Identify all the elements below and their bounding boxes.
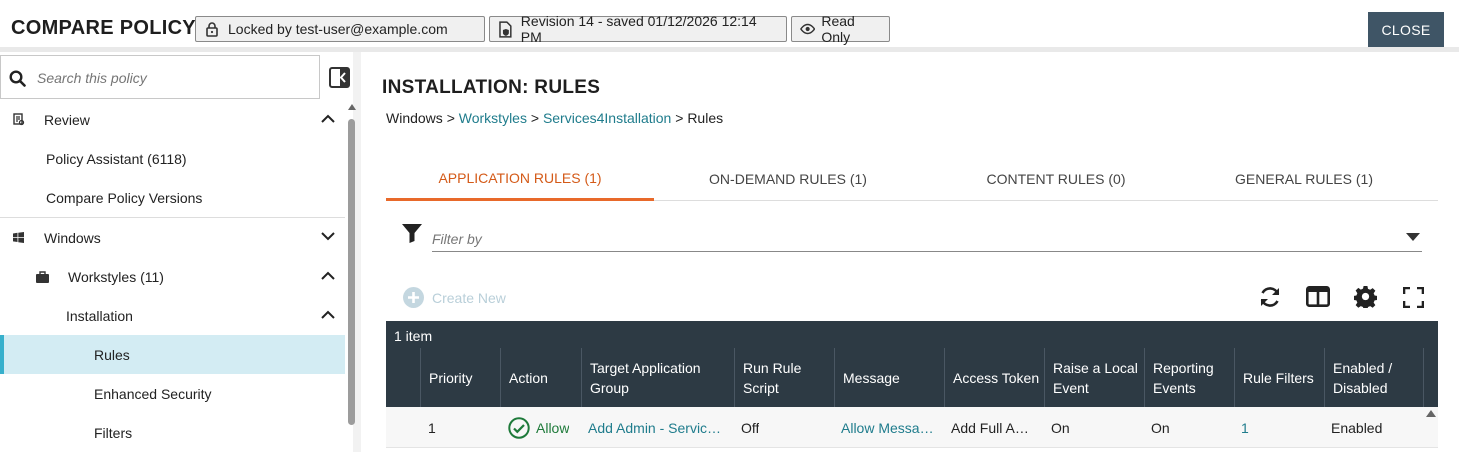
search-input[interactable]: [37, 66, 307, 90]
sidebar-item-label: Installation: [66, 307, 133, 324]
search-icon: [9, 70, 26, 87]
lock-icon: [206, 22, 218, 37]
sidebar-item-review[interactable]: Review: [0, 100, 345, 139]
sidebar-item-policy-assistant[interactable]: Policy Assistant (6118): [0, 139, 345, 178]
breadcrumb-workstyles-link[interactable]: Workstyles: [459, 110, 527, 126]
sidebar-item-workstyles[interactable]: Workstyles (11): [0, 257, 345, 296]
tab-content-rules[interactable]: CONTENT RULES (0): [922, 157, 1190, 201]
sidebar-item-label: Windows: [44, 229, 101, 246]
breadcrumb-workstyle-link[interactable]: Services4Installation: [543, 110, 671, 126]
sidebar-item-installation[interactable]: Installation: [0, 296, 345, 335]
tab-general-rules[interactable]: GENERAL RULES (1): [1170, 157, 1438, 201]
read-only-chip: Read Only: [791, 13, 890, 45]
sidebar-item-rules[interactable]: Rules: [0, 335, 345, 374]
cell-action: Allow: [508, 407, 569, 448]
breadcrumb-root: Windows: [386, 110, 443, 126]
filter-icon: [402, 224, 422, 243]
refresh-icon[interactable]: [1258, 285, 1282, 309]
breadcrumb: Windows > Workstyles > Services4Installa…: [386, 110, 723, 126]
rules-grid: 1 item Priority Action Target Applicatio…: [386, 321, 1438, 452]
briefcase-icon: [36, 271, 49, 283]
action-label: Allow: [536, 419, 570, 436]
tab-application-rules[interactable]: APPLICATION RULES (1): [386, 157, 654, 201]
cell-access-token: Add Full A…: [951, 419, 1029, 436]
breadcrumb-separator: >: [446, 110, 455, 126]
column-header-target-application-group[interactable]: Target Application Group: [581, 348, 734, 407]
close-button[interactable]: CLOSE: [1368, 12, 1444, 47]
check-circle-icon: [508, 416, 530, 439]
sidebar-item-label: Enhanced Security: [94, 385, 212, 402]
column-header-rule-filters[interactable]: Rule Filters: [1234, 348, 1324, 407]
chevron-up-icon[interactable]: [321, 310, 335, 319]
lock-status-chip: Locked by test-user@example.com: [195, 16, 485, 42]
revision-label: Revision 14 - saved 01/12/2026 12:14 PM: [520, 13, 757, 45]
tab-on-demand-rules[interactable]: ON-DEMAND RULES (1): [654, 157, 922, 201]
sidebar-collapse-icon: [329, 67, 350, 88]
breadcrumb-separator: >: [675, 110, 684, 126]
search-box: [0, 55, 320, 99]
cell-target-application-group[interactable]: Add Admin - Servic…: [588, 407, 728, 448]
chevron-up-icon[interactable]: [321, 271, 335, 280]
sidebar: Review Policy Assistant (6118) Compare P…: [0, 52, 361, 452]
sidebar-item-label: Review: [44, 111, 90, 128]
read-only-label: Read Only: [821, 13, 855, 45]
columns-icon[interactable]: [1306, 286, 1330, 307]
item-count: 1 item: [394, 328, 433, 344]
cell-enabled: Enabled: [1331, 419, 1383, 436]
create-new-button[interactable]: Create New: [403, 287, 506, 308]
lock-status-label: Locked by test-user@example.com: [228, 21, 448, 37]
fullscreen-icon[interactable]: [1403, 287, 1424, 308]
cell-reporting-events: On: [1151, 419, 1170, 436]
column-header-action[interactable]: Action: [500, 348, 581, 407]
sidebar-item-windows[interactable]: Windows: [0, 218, 345, 257]
column-header-priority[interactable]: Priority: [420, 348, 500, 407]
gear-icon[interactable]: [1354, 285, 1377, 308]
filter-dropdown[interactable]: Filter by: [432, 225, 1422, 252]
sidebar-item-label: Policy Assistant (6118): [46, 150, 187, 167]
create-new-label: Create New: [432, 289, 506, 306]
cell-rule-filters[interactable]: 1: [1241, 407, 1249, 448]
chevron-down-icon[interactable]: [321, 232, 335, 241]
cell-message[interactable]: Allow Messa…: [841, 407, 941, 448]
plus-circle-icon: [403, 287, 424, 308]
sidebar-item-label: Rules: [94, 346, 130, 363]
sidebar-item-label: Filters: [94, 424, 133, 441]
page-header-title: COMPARE POLICY: [11, 17, 196, 39]
chevron-up-icon[interactable]: [321, 114, 335, 123]
rule-tabs: APPLICATION RULES (1) ON-DEMAND RULES (1…: [386, 157, 1438, 201]
column-header-enabled-disabled[interactable]: Enabled / Disabled: [1324, 348, 1424, 407]
review-icon: [13, 113, 25, 126]
windows-icon: [13, 232, 24, 243]
revision-chip: Revision 14 - saved 01/12/2026 12:14 PM: [489, 13, 787, 45]
cell-run-rule-script: Off: [741, 419, 760, 436]
table-row[interactable]: 1 Allow Add Admin - Servic… Off Allow Me…: [386, 407, 1438, 448]
document-shield-icon: [499, 20, 512, 38]
sidebar-item-label: Workstyles (11): [68, 268, 164, 285]
cell-raise-local-event: On: [1051, 419, 1070, 436]
filter-placeholder: Filter by: [432, 231, 482, 247]
sidebar-scrollbar[interactable]: [348, 119, 355, 425]
cell-priority: 1: [428, 419, 436, 436]
breadcrumb-separator: >: [530, 110, 540, 126]
grid-scroll-up-arrow[interactable]: [1426, 410, 1436, 417]
breadcrumb-current: Rules: [687, 110, 724, 126]
collapse-sidebar-button[interactable]: [329, 67, 350, 91]
grid-header: 1 item Priority Action Target Applicatio…: [386, 321, 1438, 407]
main-content: INSTALLATION: RULES Windows > Workstyles…: [369, 52, 1459, 452]
sidebar-item-compare-policy-versions[interactable]: Compare Policy Versions: [0, 178, 345, 217]
eye-icon: [800, 23, 816, 35]
top-bar: COMPARE POLICY Locked by test-user@examp…: [0, 0, 1459, 52]
column-header-raise-local-event[interactable]: Raise a Local Event: [1044, 348, 1144, 407]
sidebar-item-filters[interactable]: Filters: [0, 413, 345, 452]
column-header-reporting-events[interactable]: Reporting Events: [1144, 348, 1234, 407]
sidebar-item-label: Compare Policy Versions: [46, 189, 203, 206]
sidebar-item-enhanced-security[interactable]: Enhanced Security: [0, 374, 345, 413]
page-title: INSTALLATION: RULES: [382, 77, 601, 98]
column-header-run-rule-script[interactable]: Run Rule Script: [734, 348, 834, 407]
caret-down-icon: [1406, 233, 1420, 241]
column-header-access-token[interactable]: Access Token: [944, 348, 1044, 407]
column-header-message[interactable]: Message: [834, 348, 944, 407]
scroll-up-arrow[interactable]: [348, 104, 356, 110]
